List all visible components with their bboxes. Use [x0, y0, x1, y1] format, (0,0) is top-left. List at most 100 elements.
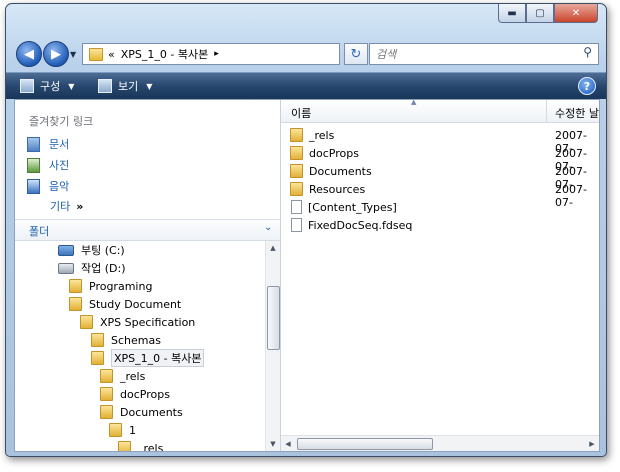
arrow-right-icon: ▶ [51, 46, 61, 62]
music-icon [27, 178, 40, 194]
folders-header[interactable]: 폴더 ⌄ [15, 219, 280, 241]
tree-item-selected[interactable]: XPS_1_0 - 복사본 [91, 349, 205, 367]
address-crumb[interactable]: XPS_1_0 - 복사본 [121, 46, 208, 62]
column-divider[interactable] [546, 100, 547, 122]
tree-item-label: XPS Specification [100, 315, 196, 329]
file-row[interactable]: [Content_Types] [290, 198, 397, 216]
column-header-name[interactable]: 이름 [291, 105, 311, 121]
help-button[interactable]: ? [578, 77, 596, 95]
favorite-link-label: 기타 [50, 200, 71, 213]
folder-icon [100, 387, 113, 401]
address-overflow[interactable]: « [108, 48, 115, 61]
forward-button[interactable]: ▶ [43, 41, 69, 67]
content-area: 즐겨찾기 링크 문서 사진 음악 기타 » 폴더 ⌄ 부팅 (C:) 작업 (D… [14, 99, 600, 452]
file-icon [291, 200, 302, 214]
drive-icon [58, 262, 74, 274]
tree-item[interactable]: Programing [69, 277, 152, 295]
command-bar: 구성 ▼ 보기 ▼ ? [6, 72, 606, 99]
crumb-arrow-icon[interactable]: ▸ [214, 49, 219, 59]
file-row[interactable]: Resources [290, 180, 365, 198]
organize-label: 구성 [40, 80, 61, 93]
close-button[interactable]: ✕ [554, 4, 598, 23]
scroll-up-icon[interactable]: ▲ [266, 241, 280, 255]
tree-item[interactable]: 부팅 (C:) [58, 241, 125, 259]
file-icon [291, 218, 302, 232]
folder-icon [109, 423, 122, 437]
chevron-down-icon: ▼ [146, 81, 153, 91]
tree-item[interactable]: Schemas [91, 331, 161, 349]
tree-scrollbar[interactable]: ▲ ▼ [265, 241, 280, 451]
file-name: docProps [309, 146, 359, 160]
folder-icon [290, 164, 303, 178]
organize-menu[interactable]: 구성 ▼ [20, 78, 74, 94]
file-row[interactable]: docProps [290, 144, 359, 162]
folders-title: 폴더 [29, 225, 50, 238]
tree-item-label: _rels [120, 369, 146, 383]
tree-item[interactable]: 1 [109, 421, 136, 439]
file-name: Documents [309, 164, 372, 178]
horizontal-scrollbar[interactable]: ◀ ▶ [281, 435, 599, 451]
scrollbar-thumb[interactable] [297, 438, 433, 450]
favorite-links-title: 즐겨찾기 링크 [29, 115, 94, 128]
search-icon[interactable]: ⚲ [583, 45, 592, 59]
tree-item[interactable]: _rels [118, 439, 163, 451]
tree-item[interactable]: XPS Specification [80, 313, 195, 331]
file-name: Resources [309, 182, 366, 196]
tree-item-label: XPS_1_0 - 복사본 [111, 349, 205, 367]
favorite-link-documents[interactable]: 문서 [27, 136, 69, 152]
folder-icon [290, 146, 303, 160]
maximize-button[interactable]: ▢ [526, 4, 554, 23]
recent-pages-dropdown[interactable]: ▼ [70, 50, 76, 59]
tree-item[interactable]: Study Document [69, 295, 181, 313]
favorite-link-label: 사진 [49, 159, 70, 172]
organize-icon [20, 79, 34, 93]
scroll-left-icon[interactable]: ◀ [281, 436, 295, 451]
file-row[interactable]: FixedDocSeq.fdseq [290, 216, 412, 234]
caption-buttons: ▬ ▢ ✕ [498, 4, 598, 23]
file-row[interactable]: _rels [290, 126, 334, 144]
navigation-bar: ◀ ▶ ▼ « XPS_1_0 - 복사본 ▸ ↻ ⚲ [6, 38, 606, 68]
arrow-left-icon: ◀ [24, 46, 34, 62]
favorite-link-label: 음악 [49, 180, 70, 193]
tree-item-label: Study Document [89, 297, 182, 311]
column-header-date[interactable]: 수정한 날 [555, 105, 599, 121]
search-input[interactable] [374, 44, 568, 64]
folder-icon [91, 333, 104, 347]
favorite-link-pictures[interactable]: 사진 [27, 157, 69, 173]
folder-icon [69, 297, 82, 311]
file-list-pane: ▲ 이름 수정한 날 _rels 2007-07- docProps 2007-… [281, 100, 599, 451]
tree-item[interactable]: Documents [100, 403, 183, 421]
tree-item[interactable]: _rels [100, 367, 145, 385]
views-menu[interactable]: 보기 ▼ [98, 78, 152, 94]
favorite-link-music[interactable]: 음악 [27, 178, 69, 194]
file-row[interactable]: Documents [290, 162, 372, 180]
tree-item[interactable]: docProps [100, 385, 170, 403]
refresh-button[interactable]: ↻ [344, 43, 368, 65]
scrollbar-thumb[interactable] [267, 286, 280, 350]
folder-icon [91, 351, 104, 365]
folder-icon [290, 182, 303, 196]
favorite-link-more[interactable]: 기타 » [50, 198, 83, 214]
minimize-button[interactable]: ▬ [498, 4, 526, 23]
navigation-pane: 즐겨찾기 링크 문서 사진 음악 기타 » 폴더 ⌄ 부팅 (C:) 작업 (D… [15, 100, 281, 451]
views-icon [98, 79, 112, 93]
address-bar[interactable]: « XPS_1_0 - 복사본 ▸ [82, 43, 340, 65]
scroll-right-icon[interactable]: ▶ [585, 436, 599, 451]
chevron-down-icon: ⌄ [264, 222, 273, 233]
back-button[interactable]: ◀ [16, 41, 42, 67]
explorer-window: ▬ ▢ ✕ ◀ ▶ ▼ « XPS_1_0 - 복사본 ▸ ↻ ⚲ 구성 ▼ 보… [5, 3, 607, 457]
folder-icon [69, 279, 82, 293]
folder-icon [118, 441, 131, 451]
tree-item-label: Programing [89, 279, 153, 293]
tree-item[interactable]: 작업 (D:) [58, 259, 126, 277]
double-chevron-icon: » [76, 199, 84, 213]
folder-icon [80, 315, 93, 329]
views-label: 보기 [118, 80, 139, 93]
tree-item-label: _rels [138, 441, 164, 452]
tree-item-label: 부팅 (C:) [81, 244, 125, 257]
scroll-down-icon[interactable]: ▼ [266, 437, 280, 451]
chevron-down-icon: ▼ [68, 81, 75, 91]
file-name: FixedDocSeq.fdseq [308, 218, 413, 232]
search-box[interactable]: ⚲ [369, 43, 599, 65]
tree-item-label: Documents [120, 405, 183, 419]
